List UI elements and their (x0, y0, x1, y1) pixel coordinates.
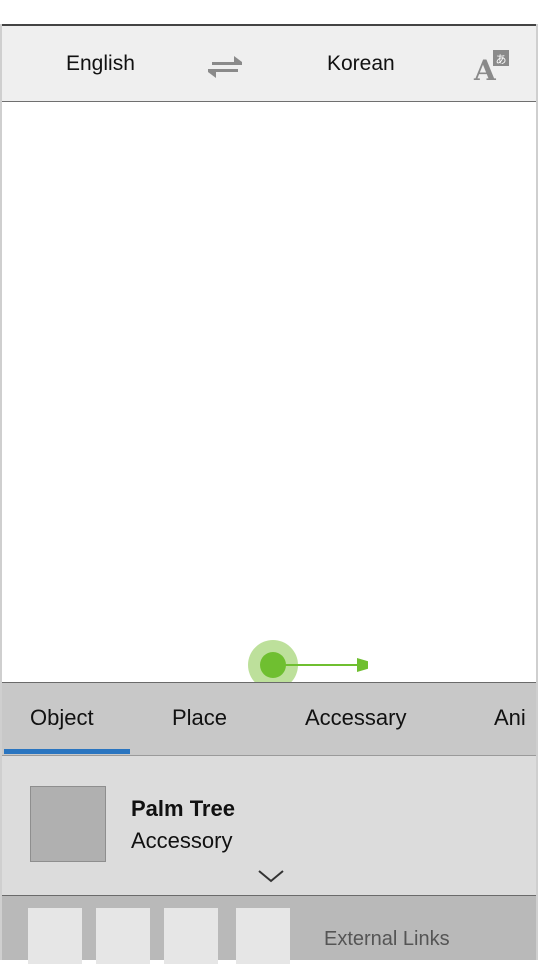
external-link-tile[interactable] (28, 908, 82, 964)
item-name: Palm Tree (131, 796, 235, 821)
target-language-button[interactable]: Korean (327, 52, 395, 76)
tab-animal[interactable]: Ani (494, 705, 526, 731)
external-links-bar: External Links (2, 896, 536, 964)
tab-place[interactable]: Place (172, 705, 227, 731)
swap-arrows-icon[interactable] (208, 52, 242, 82)
external-link-tile[interactable] (164, 908, 218, 964)
item-category: Accessory (131, 828, 233, 853)
tab-object[interactable]: Object (30, 705, 94, 731)
bottom-panel: Object Place Accessary Ani Palm Tree Acc… (2, 682, 536, 964)
chevron-down-icon[interactable] (256, 868, 286, 884)
external-links-label: External Links (324, 928, 450, 950)
scene-canvas[interactable] (2, 102, 536, 682)
item-thumbnail (30, 786, 106, 862)
selected-item-card[interactable]: Palm Tree Accessory (2, 756, 536, 896)
external-link-tile[interactable] (96, 908, 150, 964)
svg-text:あ: あ (496, 53, 507, 66)
tab-accessary[interactable]: Accessary (305, 705, 406, 731)
source-language-button[interactable]: English (66, 52, 135, 76)
status-bar (0, 0, 544, 24)
category-tabs: Object Place Accessary Ani (2, 682, 536, 756)
translate-icon[interactable]: A あ (472, 46, 512, 86)
swipe-arrow-icon (273, 658, 368, 672)
language-bar: English Korean A あ (2, 24, 536, 102)
external-link-tile[interactable] (236, 908, 290, 964)
tab-indicator (4, 749, 130, 754)
frame-edge-right (536, 24, 544, 960)
